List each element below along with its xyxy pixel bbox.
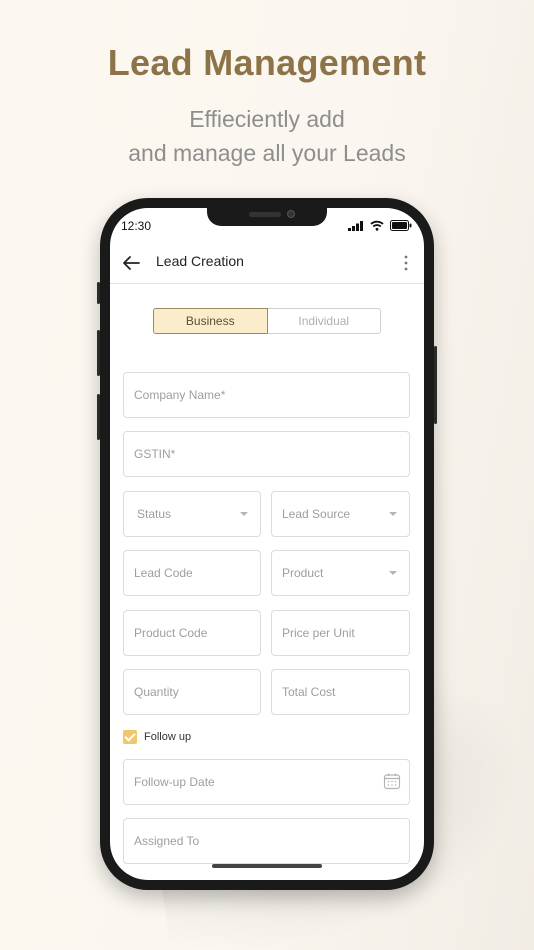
battery-icon bbox=[390, 220, 412, 231]
status-dropdown-label: Status bbox=[137, 507, 172, 521]
promo-subline-1: Effieciently add bbox=[189, 106, 345, 132]
follow-up-label: Follow up bbox=[144, 731, 192, 743]
mute-switch bbox=[97, 282, 100, 304]
signal-icon bbox=[348, 220, 363, 231]
product-code-field[interactable] bbox=[123, 610, 261, 656]
follow-up-date-input[interactable] bbox=[134, 775, 409, 789]
volume-down-button bbox=[97, 394, 100, 440]
quantity-input[interactable] bbox=[134, 685, 260, 699]
gstin-input[interactable] bbox=[134, 447, 409, 461]
promo-subline-2: and manage all your Leads bbox=[128, 140, 406, 166]
price-per-unit-input[interactable] bbox=[282, 626, 409, 640]
company-name-field[interactable] bbox=[123, 372, 410, 418]
back-arrow-icon[interactable] bbox=[120, 252, 142, 274]
chevron-down-icon bbox=[240, 512, 248, 516]
product-dropdown[interactable]: Product bbox=[271, 550, 410, 596]
segment-business[interactable]: Business bbox=[153, 308, 268, 334]
lead-type-segment: Business Individual bbox=[153, 308, 381, 334]
camera-icon bbox=[287, 210, 295, 218]
calendar-icon[interactable] bbox=[383, 772, 401, 790]
status-time: 12:30 bbox=[121, 219, 152, 233]
product-code-input[interactable] bbox=[134, 626, 260, 640]
app-bar: Lead Creation bbox=[110, 244, 424, 284]
lead-source-dropdown-label: Lead Source bbox=[282, 507, 351, 521]
assigned-to-field[interactable] bbox=[123, 818, 410, 864]
lead-code-field[interactable] bbox=[123, 550, 261, 596]
segment-individual[interactable]: Individual bbox=[267, 308, 381, 334]
more-vertical-icon[interactable] bbox=[402, 252, 410, 274]
total-cost-input[interactable] bbox=[282, 685, 409, 699]
volume-up-button bbox=[97, 330, 100, 376]
speaker bbox=[249, 212, 281, 217]
product-dropdown-label: Product bbox=[282, 566, 324, 580]
follow-up-row[interactable]: Follow up bbox=[123, 730, 191, 744]
status-icons bbox=[348, 220, 412, 231]
home-indicator bbox=[212, 864, 322, 868]
lead-code-input[interactable] bbox=[134, 566, 260, 580]
lead-source-dropdown[interactable]: Lead Source bbox=[271, 491, 410, 537]
company-name-input[interactable] bbox=[134, 388, 409, 402]
gstin-field[interactable] bbox=[123, 431, 410, 477]
wifi-icon bbox=[370, 220, 384, 231]
price-per-unit-field[interactable] bbox=[271, 610, 410, 656]
total-cost-field[interactable] bbox=[271, 669, 410, 715]
follow-up-date-field[interactable] bbox=[123, 759, 410, 805]
assigned-to-input[interactable] bbox=[134, 834, 409, 848]
quantity-field[interactable] bbox=[123, 669, 261, 715]
promo-headline: Lead Management bbox=[107, 42, 427, 83]
chevron-down-icon bbox=[389, 571, 397, 575]
power-button bbox=[434, 346, 437, 424]
chevron-down-icon bbox=[389, 512, 397, 516]
notch bbox=[207, 208, 327, 226]
promo-subline: Effieciently add and manage all your Lea… bbox=[0, 102, 534, 170]
status-dropdown[interactable]: Status bbox=[123, 491, 261, 537]
promo-page: Lead Management Effieciently add and man… bbox=[0, 0, 534, 950]
phone-frame: 12:30 Lead Creation Business Individual … bbox=[97, 198, 437, 890]
follow-up-checkbox[interactable] bbox=[123, 730, 137, 744]
page-title: Lead Creation bbox=[156, 253, 244, 269]
phone-screen: 12:30 Lead Creation Business Individual … bbox=[110, 208, 424, 880]
